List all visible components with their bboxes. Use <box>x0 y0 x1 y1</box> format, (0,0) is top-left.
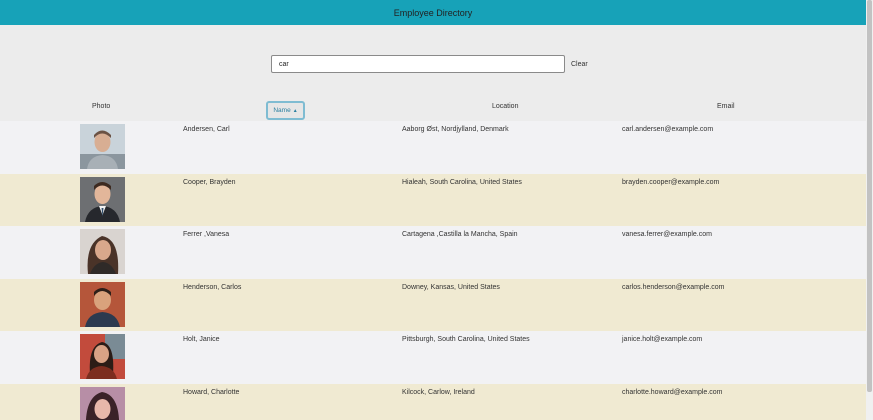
scrollbar-thumb[interactable] <box>867 0 872 392</box>
employee-name: Ferrer ,Vanesa <box>183 231 230 238</box>
employee-photo <box>80 334 125 379</box>
clear-button[interactable]: Clear <box>571 61 588 68</box>
employee-email: brayden.cooper@example.com <box>622 178 720 186</box>
employee-photo <box>80 124 125 169</box>
column-header-location: Location <box>492 103 519 110</box>
employee-name: Andersen, Carl <box>183 126 230 133</box>
sort-by-name-button[interactable]: Name ▲ <box>266 101 305 120</box>
table-row: Holt, Janice Pittsburgh, South Carolina,… <box>0 331 866 384</box>
employee-table: Andersen, Carl Aaborg Øst, Nordjylland, … <box>0 121 866 420</box>
employee-photo <box>80 386 125 420</box>
employee-location: Aaborg Øst, Nordjylland, Denmark <box>402 126 509 133</box>
employee-name: Cooper, Brayden <box>183 178 236 186</box>
employee-photo <box>80 281 125 327</box>
search-input[interactable] <box>271 55 565 73</box>
employee-name: Henderson, Carlos <box>183 283 242 291</box>
scrollbar[interactable] <box>866 0 873 420</box>
table-row: Henderson, Carlos Downey, Kansas, United… <box>0 278 866 331</box>
employee-name: Howard, Charlotte <box>183 388 240 396</box>
column-header-name: Name <box>273 107 291 114</box>
sort-ascending-icon: ▲ <box>292 107 298 114</box>
employee-photo <box>80 229 125 274</box>
employee-email: janice.holt@example.com <box>622 336 703 343</box>
employee-location: Pittsburgh, South Carolina, United State… <box>402 336 530 343</box>
employee-email: carl.andersen@example.com <box>622 126 714 133</box>
employee-location: Cartagena ,Castilla la Mancha, Spain <box>402 231 518 238</box>
employee-location: Hialeah, South Carolina, United States <box>402 178 522 186</box>
table-row: Ferrer ,Vanesa Cartagena ,Castilla la Ma… <box>0 226 866 279</box>
column-header-email: Email <box>717 103 735 110</box>
page-title: Employee Directory <box>393 7 473 18</box>
employee-location: Downey, Kansas, United States <box>402 283 500 291</box>
table-row: Howard, Charlotte Kilcock, Carlow, Irela… <box>0 383 866 420</box>
employee-location: Kilcock, Carlow, Ireland <box>402 388 475 396</box>
employee-email: vanesa.ferrer@example.com <box>622 231 712 238</box>
column-header-photo: Photo <box>92 103 111 110</box>
table-row: Cooper, Brayden Hialeah, South Carolina,… <box>0 173 866 226</box>
employee-email: carlos.henderson@example.com <box>622 283 725 291</box>
table-row: Andersen, Carl Aaborg Øst, Nordjylland, … <box>0 121 866 174</box>
employee-email: charlotte.howard@example.com <box>622 388 723 396</box>
app-header: Employee Directory <box>0 0 866 25</box>
employee-name: Holt, Janice <box>183 336 220 343</box>
search-bar: Clear <box>271 55 588 73</box>
employee-photo <box>80 176 125 222</box>
